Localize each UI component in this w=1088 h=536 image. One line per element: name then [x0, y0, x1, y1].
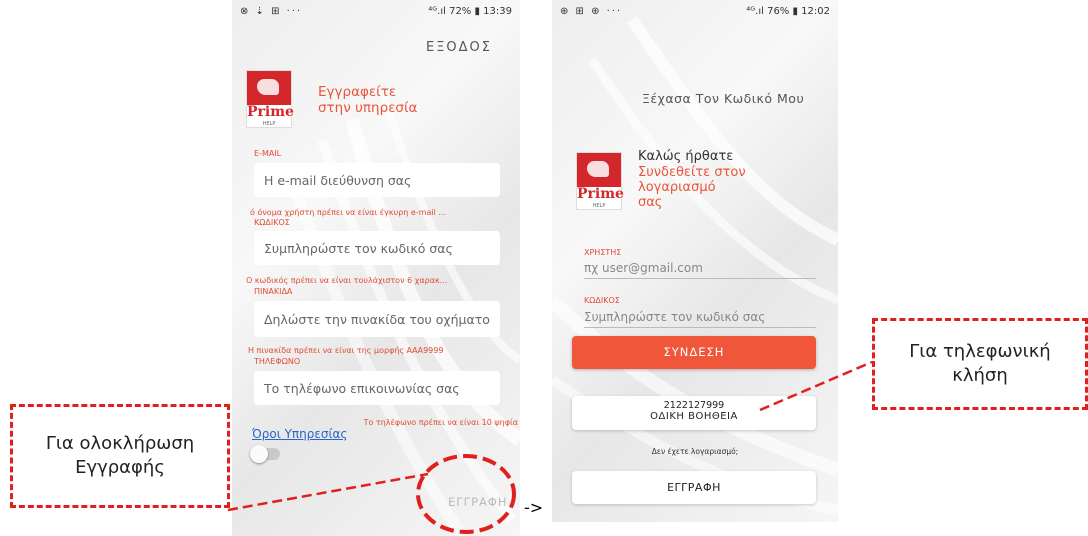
- status-icons: ⊗ ⇣ ⊞ ···: [240, 6, 303, 17]
- logo-hands-icon: [577, 153, 621, 187]
- status-bar: ⊗ ⇣ ⊞ ··· ⁴ᴳ.ıl 72% ▮ 13:39: [232, 0, 520, 24]
- status-bar: ⊕ ⊞ ⊕ ··· ⁴ᴳ.ıl 76% ▮ 12:02: [552, 0, 838, 24]
- password-error: Ο κωδικός πρέπει να είναι τουλάχιστον 6 …: [246, 276, 448, 285]
- toggle-knob: [250, 445, 268, 463]
- status-icons: ⊕ ⊞ ⊕ ···: [560, 6, 623, 17]
- user-label: ΧΡΗΣΤΗΣ: [584, 248, 622, 257]
- email-field[interactable]: Η e-mail διεύθυνση σας: [254, 163, 500, 197]
- terms-toggle[interactable]: [250, 445, 280, 463]
- roadside-help-call-button[interactable]: 2122127999 ΟΔΙΚΗ ΒΟΗΘΕΙΑ: [572, 396, 816, 430]
- plate-field[interactable]: Δηλώστε την πινακίδα του οχήματο: [254, 301, 500, 337]
- annotation-phone-call-text: Για τηλεφωνική κλήση: [909, 340, 1051, 386]
- email-label: E-MAIL: [254, 149, 282, 158]
- status-battery-time: ⁴ᴳ.ıl 76% ▮ 12:02: [746, 6, 830, 17]
- annotation-complete-registration: Για ολοκλήρωση Εγγραφής: [10, 404, 230, 508]
- password-label: ΚΩΔΙΚΟΣ: [254, 218, 290, 227]
- help-label: ΟΔΙΚΗ ΒΟΗΘΕΙΑ: [650, 411, 738, 422]
- register-submit-button[interactable]: ΕΓΓΡΑΦΗ: [448, 495, 508, 509]
- login-subtitle-line1: Συνδεθείτε στον: [638, 165, 746, 180]
- login-subtitle-line2: λογαριασμό: [638, 180, 716, 195]
- phone-field[interactable]: Το τηλέφωνο επικοινωνίας σας: [254, 371, 500, 405]
- login-screen: ⊕ ⊞ ⊕ ··· ⁴ᴳ.ıl 76% ▮ 12:02 Ξέχασα Τον Κ…: [552, 0, 838, 522]
- register-heading-line1: Εγγραφείτε: [318, 84, 397, 100]
- logo-subtitle: HELP: [262, 121, 276, 127]
- plate-error: Η πινακίδα πρέπει να είναι της μορφής ΑΑ…: [248, 346, 444, 355]
- welcome-title: Καλώς ήρθατε: [638, 149, 734, 164]
- help-phone-number: 2122127999: [663, 400, 725, 411]
- plate-label: ΠΙΝΑΚΙΔΑ: [254, 287, 293, 296]
- password-label: ΚΩΔΙΚΟΣ: [584, 296, 620, 305]
- annotation-phone-call: Για τηλεφωνική κλήση: [872, 318, 1088, 410]
- status-battery-time: ⁴ᴳ.ıl 72% ▮ 13:39: [428, 6, 512, 17]
- register-button[interactable]: ΕΓΓΡΑΦΗ: [572, 471, 816, 504]
- exit-button[interactable]: ΕΞΟΔΟΣ: [426, 40, 492, 55]
- prime-help-logo: Prime HELP: [576, 152, 624, 210]
- phone-error: Το τηλέφωνο πρέπει να είναι 10 ψηφία: [363, 418, 518, 427]
- user-field[interactable]: πχ user@gmail.com: [584, 261, 816, 279]
- logo-subtitle: HELP: [592, 203, 606, 209]
- forgot-password-link[interactable]: Ξέχασα Τον Κωδικό Μου: [642, 91, 804, 106]
- terms-link[interactable]: Όροι Υπηρεσίας: [252, 427, 347, 441]
- password-field[interactable]: Συμπληρώστε τον κωδικό σας: [254, 231, 500, 265]
- password-field[interactable]: Συμπληρώστε τον κωδικό σας: [584, 310, 816, 328]
- screen-transition-arrow: ->: [524, 498, 544, 517]
- logo-word: Prime: [247, 104, 294, 120]
- phone-label: ΤΗΛΕΦΩΝΟ: [254, 357, 301, 366]
- prime-help-logo: Prime HELP: [246, 70, 294, 128]
- login-subtitle-line3: σας: [638, 195, 663, 210]
- login-button[interactable]: ΣΥΝΔΕΣΗ: [572, 336, 816, 369]
- registration-screen: ⊗ ⇣ ⊞ ··· ⁴ᴳ.ıl 72% ▮ 13:39 ΕΞΟΔΟΣ Prime…: [232, 0, 520, 536]
- logo-word: Prime: [577, 186, 624, 202]
- no-account-text: Δεν έχετε λογαριασμό;: [651, 447, 739, 456]
- annotation-complete-registration-text: Για ολοκλήρωση Εγγραφής: [45, 432, 195, 478]
- email-error: ό όνομα χρήστη πρέπει να είναι έγκυρη e-…: [250, 208, 447, 217]
- register-heading-line2: στην υπηρεσία: [318, 100, 418, 116]
- logo-hands-icon: [247, 71, 291, 105]
